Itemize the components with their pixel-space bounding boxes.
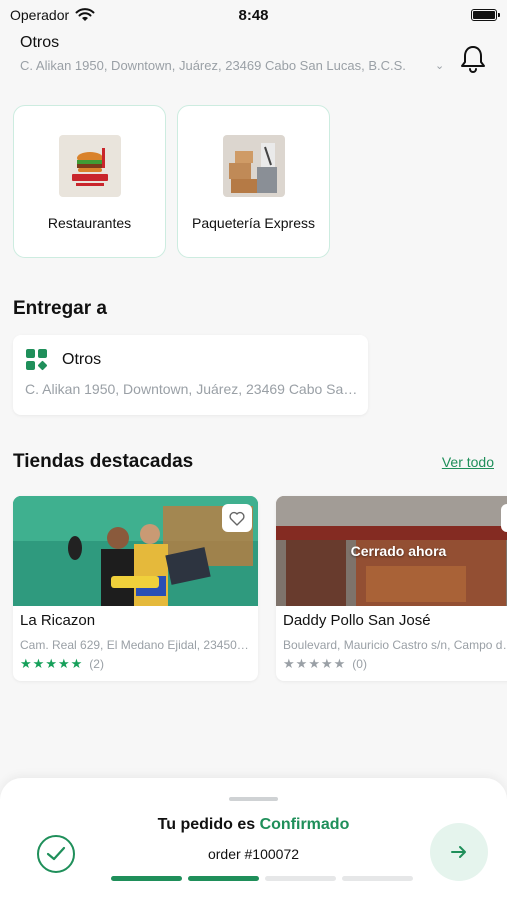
- category-package-express[interactable]: Paquetería Express: [177, 105, 330, 258]
- location-address-row: C. Alikan 1950, Downtown, Juárez, 23469 …: [20, 58, 450, 73]
- chevron-down-icon: ⌄: [435, 60, 445, 72]
- star-icon: ★: [32, 656, 45, 671]
- star-icon: ★: [308, 656, 320, 671]
- carrier-group: Operador: [10, 7, 95, 23]
- packages-image: [222, 135, 285, 197]
- featured-section-title: Tiendas destacadas: [13, 451, 194, 472]
- location-address: C. Alikan 1950, Downtown, Juárez, 23469 …: [20, 58, 406, 73]
- battery-icon: [471, 9, 500, 21]
- fast-food-image: [58, 135, 121, 197]
- favorite-button[interactable]: [222, 504, 252, 532]
- status-bar: Operador 8:48: [0, 0, 507, 30]
- location-title: Otros: [20, 34, 60, 51]
- star-icon: ★: [283, 656, 295, 671]
- location-selector[interactable]: Otros C. Alikan 1950, Downtown, Juárez, …: [20, 34, 450, 73]
- heart-icon: [229, 511, 245, 526]
- order-progress-bar: [111, 876, 413, 881]
- star-rating: ★ ★ ★ ★ ★ (2): [20, 656, 104, 672]
- category-label: Restaurantes: [47, 215, 132, 231]
- rating-count: (2): [89, 657, 104, 671]
- star-rating: ★ ★ ★ ★ ★ (0): [283, 656, 367, 672]
- arrow-right-icon: [451, 846, 466, 858]
- progress-segment: [188, 876, 259, 881]
- carrier-label: Operador: [10, 7, 70, 23]
- see-all-link[interactable]: Ver todo: [442, 454, 494, 470]
- deliver-section-title: Entregar a: [13, 298, 107, 319]
- star-icon: ★: [20, 656, 32, 671]
- store-name: Daddy Pollo San José: [283, 612, 431, 629]
- order-status-sheet[interactable]: Tu pedido es Confirmado order #100072: [0, 778, 507, 900]
- star-icon: ★: [295, 656, 308, 671]
- star-icon: ★: [333, 656, 346, 671]
- delivery-address: C. Alikan 1950, Downtown, Juárez, 23469 …: [25, 381, 360, 397]
- star-icon: ★: [45, 656, 57, 671]
- star-icon: ★: [320, 656, 333, 671]
- bell-icon[interactable]: [459, 44, 487, 74]
- progress-segment: [265, 876, 336, 881]
- rating-count: (0): [352, 657, 367, 671]
- store-name: La Ricazon: [20, 612, 96, 629]
- delivery-label: Otros: [62, 351, 102, 368]
- delivery-address-card[interactable]: Otros C. Alikan 1950, Downtown, Juárez, …: [13, 335, 368, 415]
- category-label: Paquetería Express: [192, 215, 315, 231]
- order-status-value: Confirmado: [259, 816, 350, 833]
- clock: 8:48: [238, 6, 269, 24]
- order-title-prefix: Tu pedido es: [157, 816, 256, 833]
- star-icon: ★: [70, 656, 83, 671]
- closed-label: Cerrado ahora: [350, 543, 447, 559]
- progress-segment: [111, 876, 182, 881]
- store-address: Cam. Real 629, El Medano Ejidal, 23450 C…: [20, 638, 252, 652]
- store-card[interactable]: Cerrado ahora Daddy Pollo San José Boule…: [276, 496, 507, 681]
- favorite-button[interactable]: [501, 504, 507, 532]
- store-card[interactable]: La Ricazon Cam. Real 629, El Medano Ejid…: [13, 496, 258, 681]
- apps-icon: [26, 349, 48, 371]
- store-address: Boulevard, Mauricio Castro s/n, Campo de…: [283, 638, 507, 652]
- order-status-title: Tu pedido es Confirmado: [0, 816, 507, 834]
- progress-segment: [342, 876, 413, 881]
- wifi-icon: [75, 8, 95, 21]
- sheet-handle[interactable]: [229, 797, 278, 801]
- order-details-button[interactable]: [430, 823, 488, 881]
- category-restaurants[interactable]: Restaurantes: [13, 105, 166, 258]
- star-icon: ★: [57, 656, 70, 671]
